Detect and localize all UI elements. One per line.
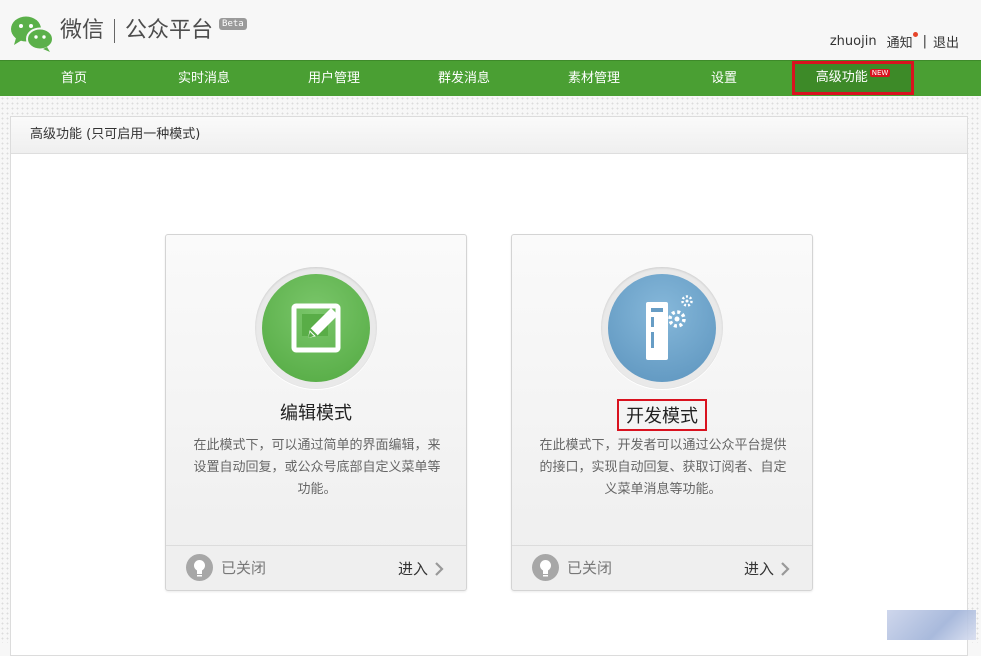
chevron-right-icon — [781, 561, 790, 576]
logout-link[interactable]: 退出 — [933, 32, 959, 51]
edit-mode-footer: 已关闭 进入 — [166, 545, 466, 590]
nav-item-label: 用户管理 — [307, 71, 360, 86]
panel-title: 高级功能 (只可启用一种模式) — [11, 117, 967, 154]
brand-divider — [114, 19, 116, 43]
main-nav: 首页 实时消息 用户管理 群发消息 素材管理 设置 高级功能 NEW — [0, 60, 981, 96]
edit-mode-status-text: 已关闭 — [221, 559, 267, 577]
dev-mode-footer: 已关闭 进入 — [512, 545, 812, 590]
nav-item-home[interactable]: 首页 — [38, 61, 110, 96]
nav-item-label: 高级功能 — [815, 70, 868, 85]
notice-link[interactable]: 通知 — [886, 32, 918, 51]
nav-item-label: 实时消息 — [177, 71, 230, 86]
dev-mode-card[interactable]: 开发模式 在此模式下，开发者可以通过公众平台提供的接口，实现自动回复、获取订阅者… — [511, 234, 813, 591]
edit-mode-enter-button[interactable]: 进入 — [398, 558, 444, 579]
nav-item-user-management[interactable]: 用户管理 — [295, 61, 373, 96]
brand-subtitle: 公众平台 — [125, 18, 214, 43]
nav-item-label: 素材管理 — [567, 71, 620, 86]
notice-label: 通知 — [886, 36, 913, 51]
dev-mode-status: 已关闭 — [532, 554, 612, 581]
advanced-features-panel: 高级功能 (只可启用一种模式) — [10, 116, 968, 656]
edit-mode-title: 编辑模式 — [166, 399, 466, 425]
nav-item-mass-messages[interactable]: 群发消息 — [425, 61, 503, 96]
nav-item-label: 首页 — [60, 71, 87, 86]
bulb-icon — [532, 554, 559, 581]
dev-mode-enter-button[interactable]: 进入 — [744, 558, 790, 579]
dev-mode-title: 开发模式 — [512, 399, 812, 431]
enter-label: 进入 — [397, 560, 428, 578]
user-bar: zhuojin 通知 | 退出 — [830, 32, 959, 51]
wechat-logo-icon[interactable] — [10, 14, 54, 52]
nav-item-settings[interactable]: 设置 — [690, 61, 758, 96]
header: 微信 公众平台 Beta zhuojin 通知 | 退出 — [0, 0, 981, 60]
beta-badge: Beta — [219, 18, 247, 30]
nav-item-label: 群发消息 — [437, 71, 490, 86]
nav-item-materials[interactable]: 素材管理 — [555, 61, 633, 96]
edit-mode-title-text: 编辑模式 — [280, 403, 352, 424]
nav-item-advanced[interactable]: 高级功能 NEW — [792, 61, 914, 95]
brand[interactable]: 微信 公众平台 Beta — [60, 16, 247, 46]
edit-mode-card[interactable]: 编辑模式 在此模式下，可以通过简单的界面编辑，来设置自动回复，或公众号底部自定义… — [165, 234, 467, 591]
bulb-icon — [186, 554, 213, 581]
nav-item-realtime-messages[interactable]: 实时消息 — [165, 61, 243, 96]
brand-name: 微信 — [60, 18, 105, 43]
dev-mode-description: 在此模式下，开发者可以通过公众平台提供的接口，实现自动回复、获取订阅者、自定义菜… — [539, 438, 787, 497]
server-gear-icon — [646, 295, 693, 360]
dev-mode-title-text: 开发模式 — [617, 399, 707, 431]
username-link[interactable]: zhuojin — [830, 34, 877, 49]
user-bar-separator: | — [922, 34, 927, 49]
edit-mode-description: 在此模式下，可以通过简单的界面编辑，来设置自动回复，或公众号底部自定义菜单等功能… — [193, 438, 441, 497]
dev-mode-badge — [601, 267, 723, 389]
nav-item-label: 设置 — [710, 71, 737, 86]
edit-icon — [291, 303, 341, 353]
notice-dot-icon — [912, 32, 918, 37]
enter-label: 进入 — [743, 560, 774, 578]
dev-mode-status-text: 已关闭 — [567, 559, 613, 577]
edit-mode-status: 已关闭 — [186, 554, 266, 581]
new-badge: NEW — [869, 69, 891, 77]
edit-mode-badge — [255, 267, 377, 389]
chevron-right-icon — [435, 561, 444, 576]
watermark-image — [887, 610, 976, 640]
